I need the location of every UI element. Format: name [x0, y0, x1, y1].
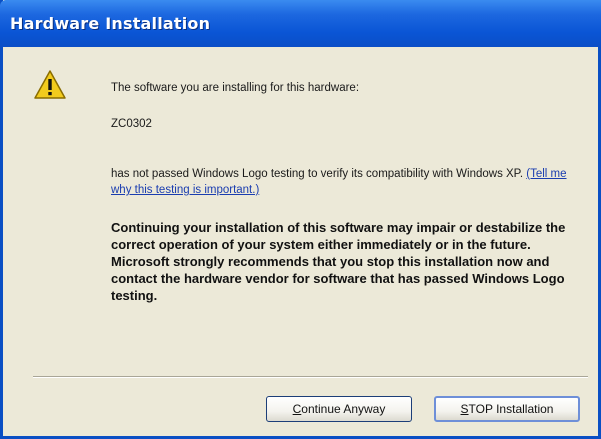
title-bar[interactable]: Hardware Installation: [0, 0, 601, 47]
hardware-installation-dialog: Hardware Installation The software you a…: [0, 0, 601, 439]
stop-installation-button[interactable]: STOP Installation: [434, 396, 580, 422]
stop-accelerator: S: [460, 402, 469, 416]
device-name: ZC0302: [111, 118, 152, 130]
window-title: Hardware Installation: [10, 14, 211, 33]
continue-label: ontinue Anyway: [301, 402, 386, 416]
separator: [33, 376, 588, 378]
logo-test-message: has not passed Windows Logo testing to v…: [111, 168, 527, 180]
warning-icon: [34, 70, 66, 99]
warning-text: Continuing your installation of this sof…: [111, 220, 566, 303]
intro-text: The software you are installing for this…: [111, 82, 360, 94]
logo-test-text: has not passed Windows Logo testing to v…: [111, 166, 581, 198]
continue-anyway-button[interactable]: Continue Anyway: [266, 396, 412, 422]
stop-label: TOP Installation: [468, 402, 554, 416]
continue-accelerator: C: [292, 402, 302, 416]
